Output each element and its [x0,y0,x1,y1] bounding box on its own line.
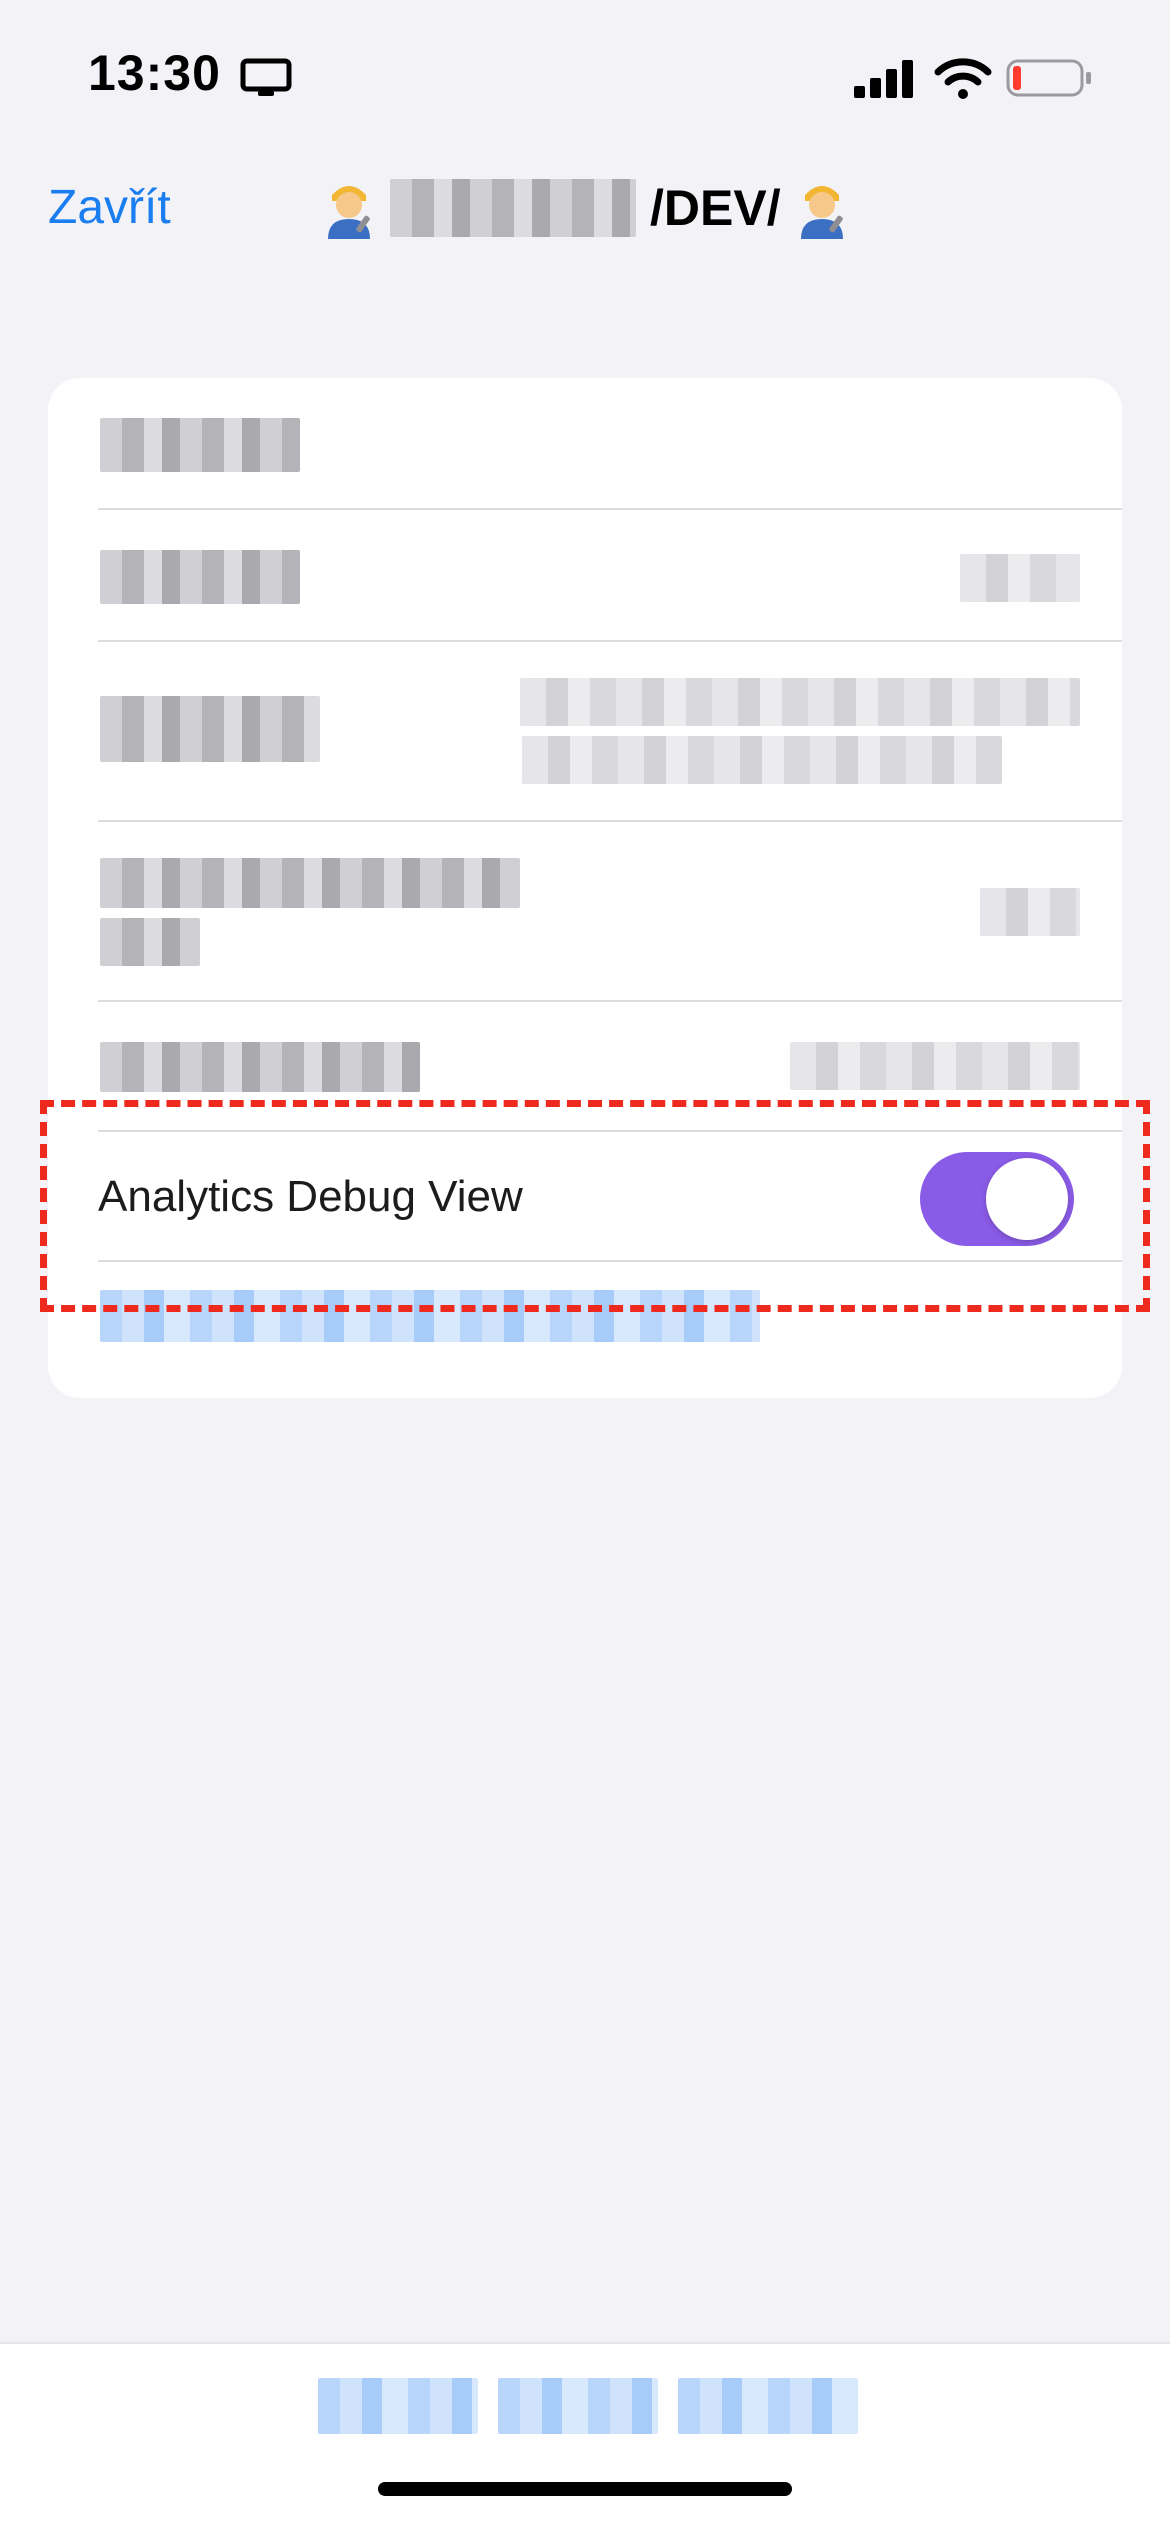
settings-row [48,822,1122,1002]
redacted-app-name [390,179,636,237]
mechanic-emoji-icon [800,186,843,239]
redacted-value [520,678,1080,726]
bottom-bar [0,2342,1170,2532]
status-bar: 13:30 [0,0,1170,150]
nav-title-suffix: /DEV/ [650,180,781,236]
battery-icon [1006,59,1091,97]
status-time: 13:30 [88,45,221,101]
redacted-label [100,696,320,762]
screen: 13:30 Zavřít /DEV/ Analytics Debug View [0,0,1170,2532]
settings-row [48,510,1122,642]
redacted-label [100,418,300,472]
bottom-action-link[interactable] [318,2378,858,2434]
redacted-label [100,918,200,966]
redacted-value [960,554,1080,602]
mechanic-emoji-icon [328,186,370,239]
settings-row [48,378,1122,510]
settings-row [48,642,1122,822]
redacted-value [790,1042,1080,1090]
redacted-value [522,736,1002,784]
highlight-annotation [40,1100,1150,1312]
close-button[interactable]: Zavřít [48,180,171,235]
redacted-label [100,858,520,908]
redacted-link[interactable] [318,2378,478,2434]
nav-title: /DEV/ [322,176,849,240]
redacted-link[interactable] [498,2378,658,2434]
signal-icon [854,60,913,98]
wifi-icon [934,58,992,99]
screen-mirror-icon [240,58,292,96]
redacted-value [980,888,1080,936]
redacted-label [100,1042,420,1092]
redacted-label [100,550,300,604]
home-indicator [378,2482,792,2496]
redacted-link[interactable] [678,2378,858,2434]
